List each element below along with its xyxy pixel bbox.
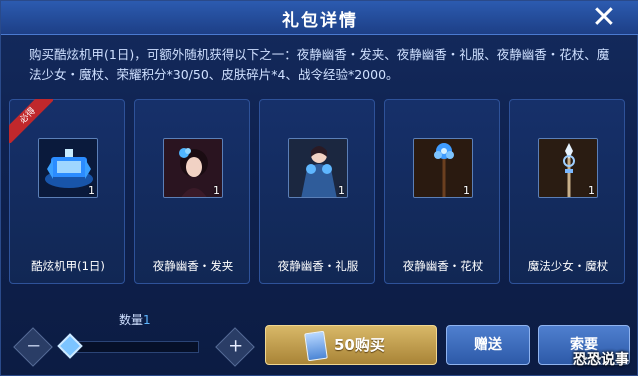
item-name: 酷炫机甲(1日) [31,259,105,273]
pack-description: 购买酷炫机甲(1日)，可额外随机获得以下之一：夜静幽香・发夹、夜静幽香・礼服、夜… [29,47,610,82]
guaranteed-ribbon: 必得 [9,99,53,143]
item-quantity: 1 [463,184,470,197]
decrease-quantity-button[interactable]: − [13,327,53,367]
purchase-bar: 数量1 − + 50购买 赠送 索要 恐恐说事 [1,297,638,376]
item-name: 夜静幽香・礼服 [277,259,359,273]
gift-button[interactable]: 赠送 [446,325,530,365]
quantity-value: 1 [143,313,151,327]
minus-icon: − [26,335,42,357]
quantity-slider[interactable] [63,341,199,353]
magic-wand-icon: 1 [538,138,598,198]
hairpin-avatar-icon: 1 [163,138,223,198]
gown-avatar-icon: 1 [288,138,348,198]
item-quantity: 1 [338,184,345,197]
buy-button[interactable]: 50购买 [265,325,437,365]
reward-list: 必得 1 酷炫机甲(1日) 1 夜静幽香・发夹 1 夜静幽香・礼服 1 夜静幽香… [9,99,631,284]
quantity-label: 数量1 [119,313,151,327]
buy-label: 50购买 [334,336,385,354]
gift-pack-dialog: 礼包详情 ✕ 购买酷炫机甲(1日)，可额外随机获得以下之一：夜静幽香・发夹、夜静… [0,0,638,376]
item-quantity: 1 [588,184,595,197]
reward-card-mech[interactable]: 必得 1 酷炫机甲(1日) [9,99,125,284]
title-bar: 礼包详情 ✕ [1,1,638,35]
item-name: 魔法少女・魔杖 [527,259,609,273]
reward-card-flower-staff[interactable]: 1 夜静幽香・花杖 [384,99,500,284]
watermark: 恐恐说事 [573,352,629,368]
close-icon[interactable]: ✕ [589,3,619,33]
dialog-title: 礼包详情 [282,11,358,31]
item-quantity: 1 [88,184,95,197]
coupon-icon [304,330,328,362]
item-name: 夜静幽香・发夹 [152,259,234,273]
item-name: 夜静幽香・花杖 [402,259,484,273]
increase-quantity-button[interactable]: + [215,327,255,367]
flower-staff-icon: 1 [413,138,473,198]
reward-card-hairpin[interactable]: 1 夜静幽香・发夹 [134,99,250,284]
item-quantity: 1 [213,184,220,197]
reward-card-gown[interactable]: 1 夜静幽香・礼服 [259,99,375,284]
plus-icon: + [228,335,244,357]
reward-card-magic-wand[interactable]: 1 魔法少女・魔杖 [509,99,625,284]
mech-icon: 1 [38,138,98,198]
slider-handle[interactable] [57,333,83,359]
